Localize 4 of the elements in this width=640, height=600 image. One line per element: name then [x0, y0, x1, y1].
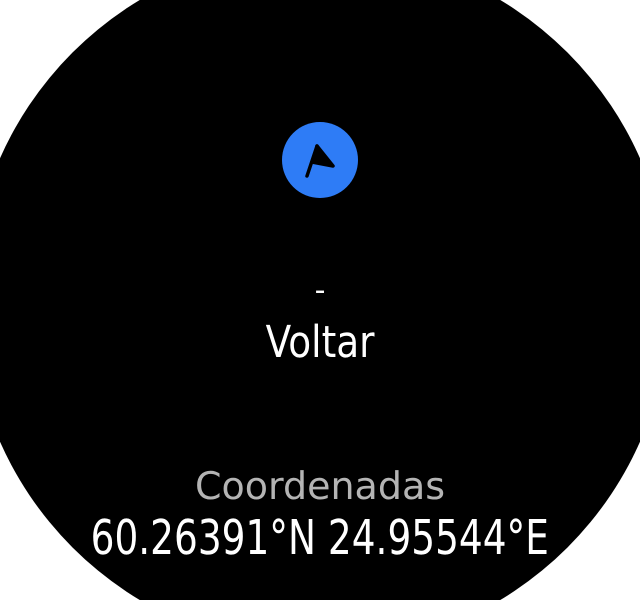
- coordinates-value: 60.26391°N 24.95544°E: [90, 510, 550, 566]
- screen-title: Voltar: [266, 316, 374, 370]
- coordinates-label: Coordenadas: [194, 464, 446, 508]
- separator: -: [314, 276, 326, 306]
